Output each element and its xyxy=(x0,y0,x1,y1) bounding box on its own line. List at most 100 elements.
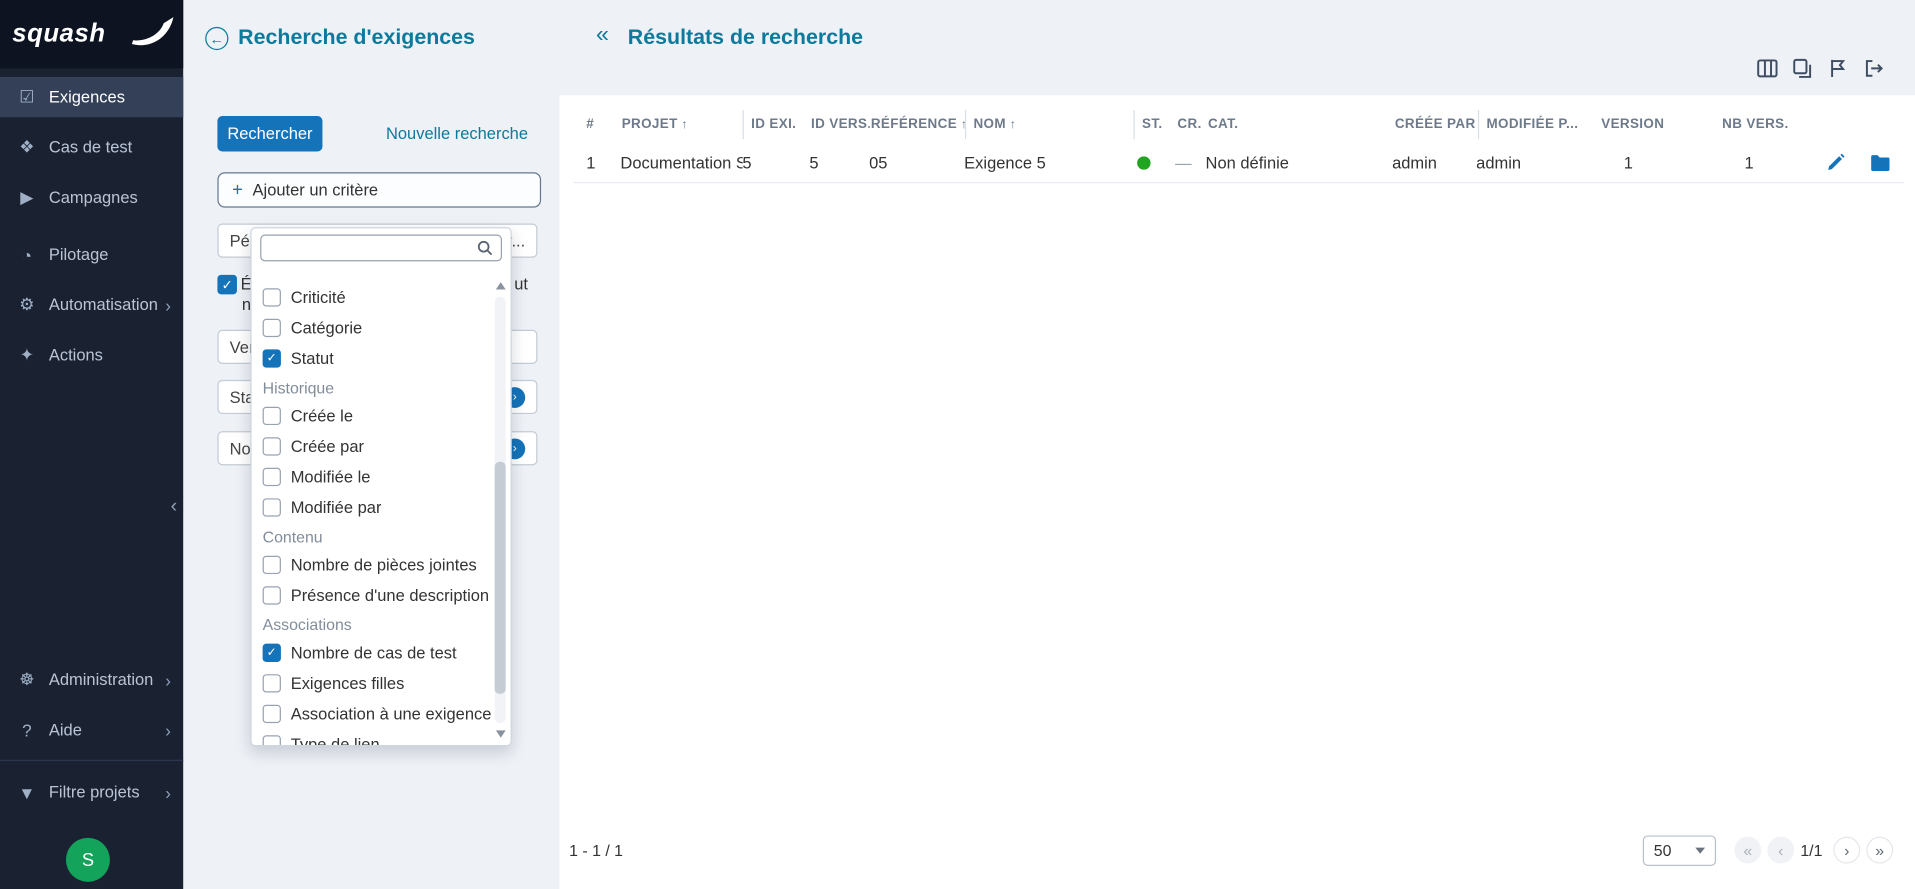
collapse-results-icon[interactable]: « xyxy=(596,22,609,49)
col-projet[interactable]: PROJET ↑ xyxy=(620,110,742,139)
duplicate-icon[interactable] xyxy=(1791,56,1815,80)
sidebar-item-filtre-projets[interactable]: ▼ Filtre projets › xyxy=(0,772,183,812)
scroll-down-icon[interactable] xyxy=(495,730,506,738)
picker-option-creee-le[interactable]: Créée le xyxy=(262,401,493,432)
administration-icon: ☸ xyxy=(19,669,35,689)
sidebar-item-cas-de-test[interactable]: ❖ Cas de test xyxy=(0,127,183,167)
add-criterion-button[interactable]: + Ajouter un critère xyxy=(217,172,542,208)
picker-option-modifiee-par[interactable]: Modifiée par xyxy=(262,492,493,523)
checkbox-icon xyxy=(262,735,281,746)
plus-icon: + xyxy=(232,179,243,201)
picker-option-pieces-jointes[interactable]: Nombre de pièces jointes xyxy=(262,550,493,581)
checkbox-icon xyxy=(262,467,281,487)
checkbox-icon xyxy=(262,704,281,724)
cell-id-vers: 5 xyxy=(809,153,819,172)
pagination-next-button[interactable]: › xyxy=(1833,836,1861,864)
chevron-right-icon: › xyxy=(165,782,171,802)
picker-option-modifiee-le[interactable]: Modifiée le xyxy=(262,462,493,493)
scrollbar-track[interactable] xyxy=(494,296,506,724)
pagination-first-button[interactable]: « xyxy=(1734,836,1762,864)
sidebar-bottom-nav: ☸ Administration › ? Aide › ▼ Filtre pro… xyxy=(0,660,184,822)
folder-icon[interactable] xyxy=(1870,153,1891,171)
page-title: Recherche d'exigences xyxy=(238,24,475,49)
col-id-exi[interactable]: ID EXI. xyxy=(742,109,810,140)
chevron-right-icon: › xyxy=(165,294,171,315)
status-green-dot xyxy=(1137,155,1151,170)
checkbox-icon xyxy=(262,674,281,693)
picker-option-categorie[interactable]: Catégorie xyxy=(262,313,493,344)
picker-option-creee-par[interactable]: Créée par xyxy=(262,431,493,462)
col-nb-vers[interactable]: NB VERS. xyxy=(1721,110,1828,139)
picker-option-association-exigence[interactable]: Association à une exigence ... xyxy=(262,699,492,730)
checkbox-icon xyxy=(262,318,281,338)
cell-version: 1 xyxy=(1623,153,1633,172)
sidebar-item-actions[interactable]: ✦ Actions xyxy=(0,335,183,375)
chevron-right-icon: › xyxy=(165,669,171,690)
cell-statut xyxy=(1132,155,1175,170)
page-size-value: 50 xyxy=(1653,841,1672,860)
col-nom[interactable]: NOM ↑ xyxy=(964,109,1134,140)
col-reference[interactable]: RÉFÉRENCE↑ xyxy=(870,110,965,139)
col-index[interactable]: # xyxy=(574,110,620,139)
cell-projet: Documentation S... xyxy=(620,153,742,172)
test-cases-icon: ❖ xyxy=(19,136,35,157)
extend-search-checkbox[interactable]: ✓ xyxy=(217,274,237,295)
picker-option-exigences-filles[interactable]: Exigences filles xyxy=(262,668,493,699)
edit-pencil-icon[interactable] xyxy=(1826,153,1846,173)
actions-icon: ✦ xyxy=(19,344,35,364)
squash-logo: squash xyxy=(0,0,184,69)
back-button[interactable]: ← xyxy=(205,26,229,51)
col-criticite[interactable]: CR. xyxy=(1176,110,1207,139)
sidebar-nav: ☑ Exigences ❖ Cas de test ▶ Campagnes ◔ … xyxy=(0,76,184,385)
sidebar-item-campagnes[interactable]: ▶ Campagnes xyxy=(0,177,183,217)
col-modifiee-par[interactable]: MODIFIÉE P... xyxy=(1477,109,1600,140)
application-window: squash ☑ Exigences ❖ Cas de test ▶ Campa… xyxy=(0,0,1915,889)
sidebar-item-aide[interactable]: ? Aide › xyxy=(0,710,183,750)
checkbox-icon xyxy=(262,406,281,426)
sidebar-item-exigences[interactable]: ☑ Exigences xyxy=(0,76,184,118)
col-version[interactable]: VERSION xyxy=(1600,110,1721,139)
logo-swoosh-icon xyxy=(131,17,174,46)
col-creee-par[interactable]: CRÉÉE PAR xyxy=(1394,110,1478,139)
page-size-select[interactable]: 50 xyxy=(1642,835,1717,866)
sidebar-item-label: Campagnes xyxy=(48,188,138,207)
sort-asc-icon: ↑ xyxy=(681,117,688,132)
col-id-vers[interactable]: ID VERS. xyxy=(810,110,870,139)
sidebar-item-pilotage[interactable]: ◔ Pilotage xyxy=(0,235,183,275)
sidebar-item-administration[interactable]: ☸ Administration › xyxy=(0,660,183,700)
picker-option-criticite[interactable]: Criticité xyxy=(262,282,493,313)
columns-icon[interactable] xyxy=(1755,56,1779,80)
pagination-last-button[interactable]: » xyxy=(1866,836,1894,864)
sidebar-item-automatisation[interactable]: ⚙ Automatisation › xyxy=(0,285,183,325)
sidebar-item-label: Filtre projets xyxy=(48,782,140,802)
search-button[interactable]: Rechercher xyxy=(217,116,323,152)
criteria-picker-dropdown: Criticité Catégorie Statut Historique Cr… xyxy=(250,227,512,747)
checkbox-checked-icon xyxy=(262,643,281,662)
picker-option-description[interactable]: Présence d'une description xyxy=(262,580,493,611)
checkbox-checked-icon xyxy=(262,349,281,368)
sort-asc-icon: ↑ xyxy=(1009,117,1017,132)
chevron-right-icon: › xyxy=(165,720,171,740)
picker-option-statut[interactable]: Statut xyxy=(262,343,493,374)
reporting-icon: ◔ xyxy=(21,244,33,265)
scroll-up-icon[interactable] xyxy=(495,282,506,290)
cell-id-exi: 5 xyxy=(742,153,752,172)
pagination-prev-button[interactable]: ‹ xyxy=(1767,836,1795,864)
cell-criticite: — xyxy=(1175,153,1192,172)
sidebar-item-label: Cas de test xyxy=(48,138,133,157)
export-icon[interactable] xyxy=(1861,56,1885,80)
cell-reference: 05 xyxy=(869,153,888,172)
sidebar-collapse-toggle[interactable]: ‹ xyxy=(171,496,178,518)
flag-icon[interactable] xyxy=(1826,56,1850,80)
col-statut[interactable]: ST. xyxy=(1133,109,1176,140)
checkbox-icon xyxy=(262,437,281,456)
new-search-link[interactable]: Nouvelle recherche xyxy=(386,125,528,143)
checkbox-icon xyxy=(262,555,281,575)
col-categorie[interactable]: CAT. xyxy=(1207,110,1394,139)
picker-search-input[interactable] xyxy=(260,234,502,262)
scrollbar-thumb[interactable] xyxy=(494,461,506,694)
table-row[interactable]: 1 Documentation S... 5 5 05 Exigence 5 —… xyxy=(574,143,1905,184)
picker-option-type-de-lien[interactable]: Type de lien xyxy=(262,729,493,746)
user-avatar[interactable]: S xyxy=(65,837,110,882)
picker-option-nombre-cas-de-test[interactable]: Nombre de cas de test xyxy=(262,638,493,669)
